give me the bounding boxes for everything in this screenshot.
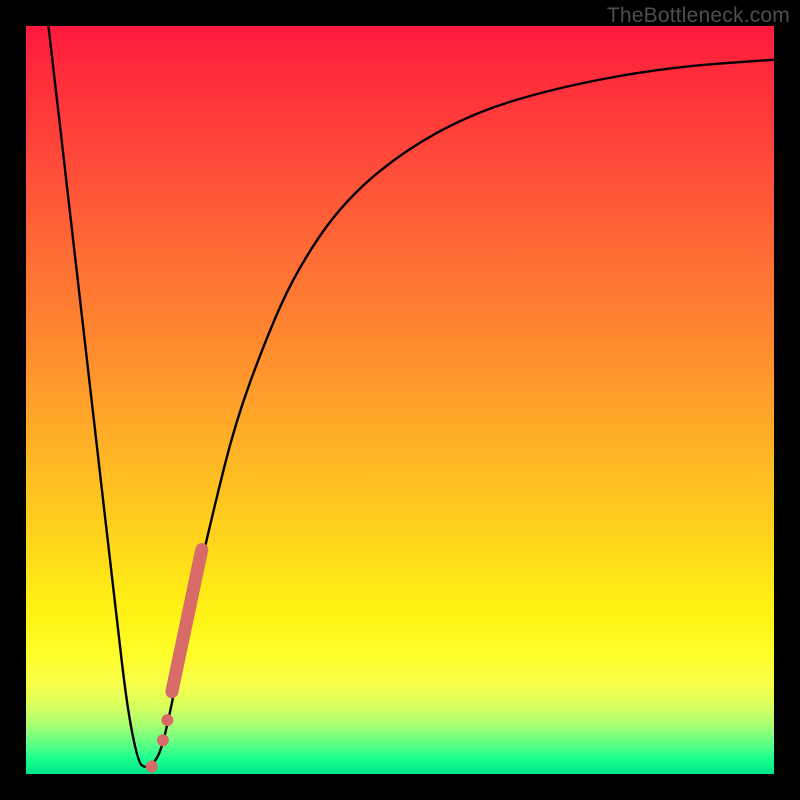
watermark-text: TheBottleneck.com — [607, 4, 790, 28]
chart-plot-area — [26, 26, 774, 774]
marker-dot-2 — [161, 714, 173, 726]
marker-dot-1 — [157, 734, 169, 746]
chart-frame: TheBottleneck.com — [0, 0, 800, 800]
marker-dots — [146, 714, 174, 772]
marker-thick-segment — [172, 550, 202, 692]
chart-svg — [26, 26, 774, 774]
marker-dot-3 — [146, 761, 158, 773]
bottleneck-curve — [48, 26, 774, 767]
